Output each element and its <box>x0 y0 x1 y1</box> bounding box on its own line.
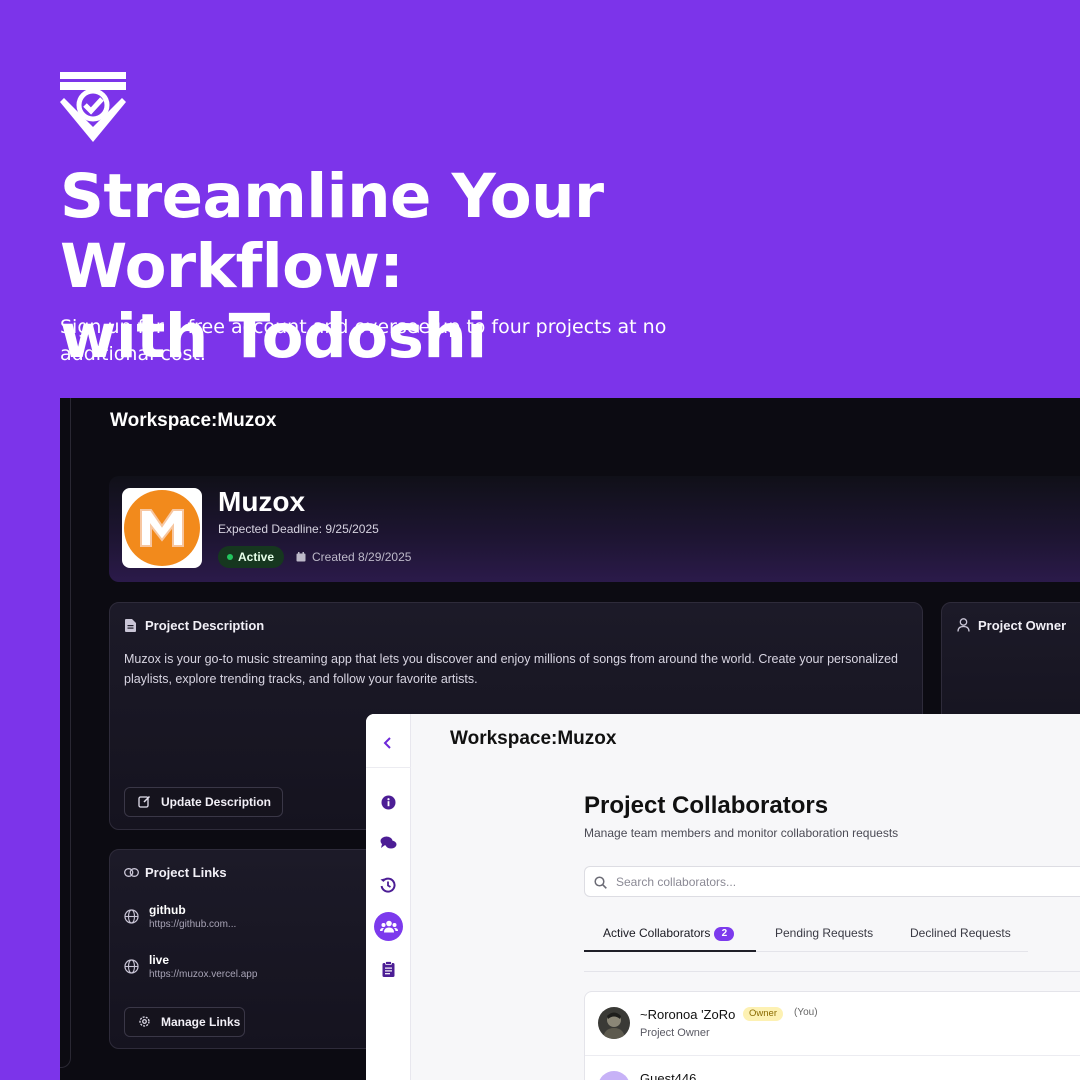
link-url: https://github.com... <box>149 919 237 930</box>
subheadline: Sign up for a free account and oversee u… <box>60 316 667 365</box>
project-icon <box>122 488 202 568</box>
project-name: Muzox <box>218 486 306 517</box>
page-subtitle: Manage team members and monitor collabor… <box>584 826 899 840</box>
list-item[interactable]: ~Roronoa 'ZoRo Owner (You) Project Owner <box>585 992 1080 1055</box>
count-badge: 2 <box>714 927 735 941</box>
light-app-screenshot: Workspace:Muzox Project Collaborators Ma… <box>366 714 1080 1080</box>
collaborator-list: ~Roronoa 'ZoRo Owner (You) Project Owner… <box>584 991 1080 1080</box>
update-description-button[interactable]: Update Description <box>124 787 283 817</box>
chevron-left-icon[interactable] <box>378 733 398 753</box>
divider <box>584 971 1080 972</box>
history-icon[interactable] <box>378 875 398 895</box>
users-icon[interactable] <box>374 912 403 941</box>
tab-pending-requests[interactable]: Pending Requests <box>775 920 873 952</box>
card-title: Project Links <box>145 865 227 880</box>
page-title: Project Collaborators <box>584 792 829 819</box>
todoshi-logo <box>60 72 126 142</box>
status-badge: Active <box>218 546 285 568</box>
search-input[interactable] <box>616 873 1016 891</box>
collaborator-name: Guest446 <box>640 1071 697 1080</box>
calendar-icon <box>296 552 306 562</box>
owner-badge: Owner <box>743 1007 783 1021</box>
avatar <box>598 1007 630 1039</box>
workspace-title: Workspace:Muzox <box>450 728 617 749</box>
card-title: Project Description <box>145 618 265 633</box>
icon-sidebar <box>366 714 411 1080</box>
tab-declined-requests[interactable]: Declined Requests <box>910 920 1011 952</box>
project-description-text: Muzox is your go-to music streaming app … <box>124 652 898 686</box>
clipboard-icon[interactable] <box>378 959 398 979</box>
link-name: github <box>149 903 186 917</box>
workspace-title: Workspace:Muzox <box>110 410 277 431</box>
collaborator-name: ~Roronoa 'ZoRo <box>640 1007 736 1022</box>
chat-icon[interactable] <box>378 833 398 853</box>
link-name: live <box>149 953 170 967</box>
search-icon <box>594 876 607 889</box>
you-label: (You) <box>794 1007 818 1018</box>
project-links-card: Project Links github https://github.com.… <box>109 849 409 1049</box>
document-icon <box>125 619 136 632</box>
collaborator-role: Project Owner <box>640 1027 710 1039</box>
link-icon <box>124 868 139 877</box>
collaborator-tabs: Active Collaborators 2 Pending Requests D… <box>584 920 1028 952</box>
project-deadline: Expected Deadline: 9/25/2025 <box>218 522 379 536</box>
info-icon[interactable] <box>378 792 398 812</box>
manage-links-button[interactable]: Manage Links <box>124 1007 245 1037</box>
list-item[interactable]: Guest446 <box>585 1055 1080 1080</box>
project-header: Muzox Expected Deadline: 9/25/2025 Activ… <box>109 476 1080 582</box>
globe-icon <box>124 959 139 974</box>
project-created: Created 8/29/2025 <box>296 550 411 564</box>
sidebar-edge <box>60 398 71 1068</box>
tab-active-collaborators[interactable]: Active Collaborators 2 <box>584 920 756 952</box>
avatar <box>598 1071 630 1080</box>
link-url: https://muzox.vercel.app <box>149 969 258 980</box>
globe-icon <box>124 909 139 924</box>
edit-icon <box>138 795 151 808</box>
gear-icon <box>139 1016 150 1027</box>
search-box <box>584 866 1080 897</box>
card-title: Project Owner <box>978 618 1067 633</box>
user-icon <box>957 618 970 632</box>
